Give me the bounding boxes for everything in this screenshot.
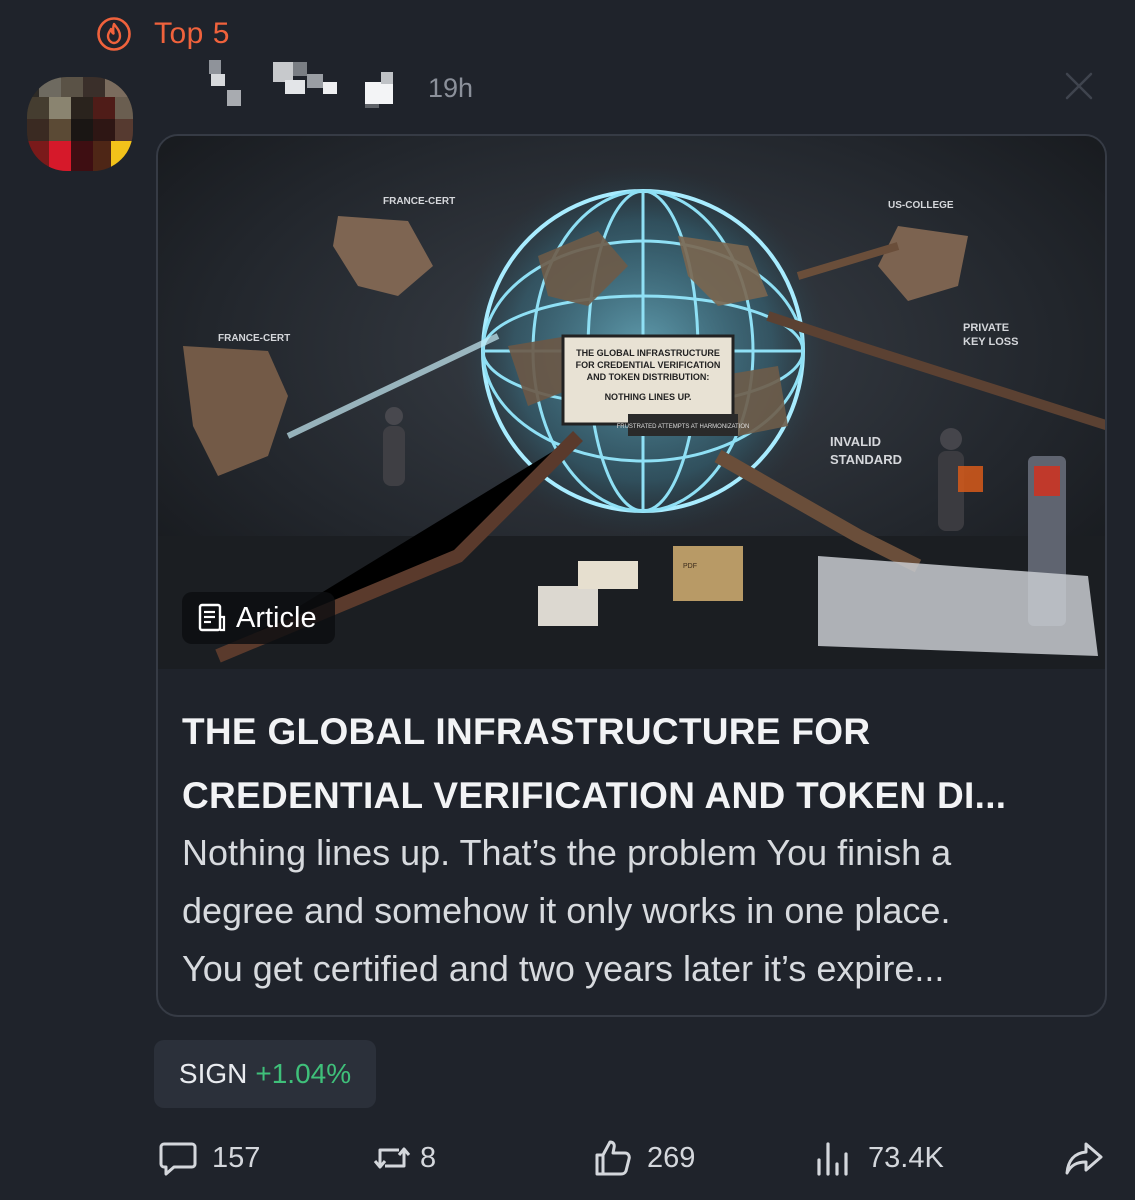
image-subline: FRUSTRATED ATTEMPTS AT HARMONIZATION — [617, 424, 750, 430]
views-count: 73.4K — [868, 1141, 944, 1174]
top-badge: Top 5 — [96, 16, 230, 52]
ticker-chip[interactable]: SIGN +1.04% — [154, 1040, 376, 1108]
repost-button[interactable]: 8 — [372, 1130, 436, 1186]
article-image: THE GLOBAL INFRASTRUCTURE FOR CREDENTIAL… — [158, 136, 1105, 669]
image-label-us-college: US-COLLEGE — [888, 200, 954, 211]
image-headline-4: NOTHING LINES UP. — [605, 392, 692, 402]
repost-count: 8 — [420, 1141, 437, 1174]
article-type-badge: Article — [182, 592, 335, 644]
like-count: 269 — [647, 1141, 696, 1174]
repost-icon — [373, 1147, 411, 1169]
image-headline-1: THE GLOBAL INFRASTRUCTURE — [576, 348, 720, 358]
comment-icon — [159, 1142, 197, 1176]
ticker-change: +1.04% — [255, 1058, 352, 1089]
article-badge-label: Article — [236, 601, 317, 634]
views-indicator: 73.4K — [814, 1130, 944, 1186]
article-excerpt-line: degree and somehow it only works in one … — [182, 890, 951, 931]
views-icon — [817, 1142, 848, 1176]
image-label-key-loss: KEY LOSS — [963, 336, 1018, 348]
action-bar: 157 8 269 73.4K — [0, 1130, 1135, 1186]
username-obscured[interactable] — [205, 60, 400, 110]
image-headline-3: AND TOKEN DISTRIBUTION: — [587, 372, 710, 382]
share-icon — [1065, 1142, 1103, 1175]
image-label-pdf: PDF — [683, 563, 697, 570]
article-excerpt-line: Nothing lines up. That’s the problem You… — [182, 832, 952, 873]
like-button[interactable]: 269 — [593, 1130, 695, 1186]
ticker-symbol: SIGN — [178, 1058, 248, 1089]
image-headline-2: FOR CREDENTIAL VERIFICATION — [576, 360, 721, 370]
fire-icon — [97, 17, 131, 51]
article-icon — [198, 603, 226, 632]
top-badge-label: Top 5 — [154, 17, 230, 50]
close-icon[interactable] — [1063, 70, 1095, 102]
thumbs-up-icon — [595, 1140, 631, 1176]
share-button[interactable] — [1064, 1130, 1104, 1186]
image-label-france-cert-left: FRANCE-CERT — [218, 333, 290, 344]
post-time: 19h — [428, 73, 474, 103]
article-card[interactable]: THE GLOBAL INFRASTRUCTURE FOR CREDENTIAL… — [156, 134, 1107, 1017]
article-excerpt-line: You get certified and two years later it… — [182, 948, 945, 989]
image-label-invalid: INVALID — [830, 434, 881, 449]
image-label-private: PRIVATE — [963, 322, 1009, 334]
article-title[interactable]: THE GLOBAL INFRASTRUCTURE FOR CREDENTIAL… — [182, 700, 1082, 828]
article-title-line: CREDENTIAL VERIFICATION AND TOKEN DI... — [182, 775, 1007, 816]
image-label-france-cert-top: FRANCE-CERT — [383, 196, 455, 207]
comment-count: 157 — [212, 1141, 261, 1174]
avatar[interactable] — [27, 77, 133, 171]
image-label-standard: STANDARD — [830, 452, 902, 467]
article-excerpt: Nothing lines up. That’s the problem You… — [182, 824, 1092, 998]
article-title-line: THE GLOBAL INFRASTRUCTURE FOR — [182, 711, 871, 752]
comment-button[interactable]: 157 — [158, 1130, 260, 1186]
